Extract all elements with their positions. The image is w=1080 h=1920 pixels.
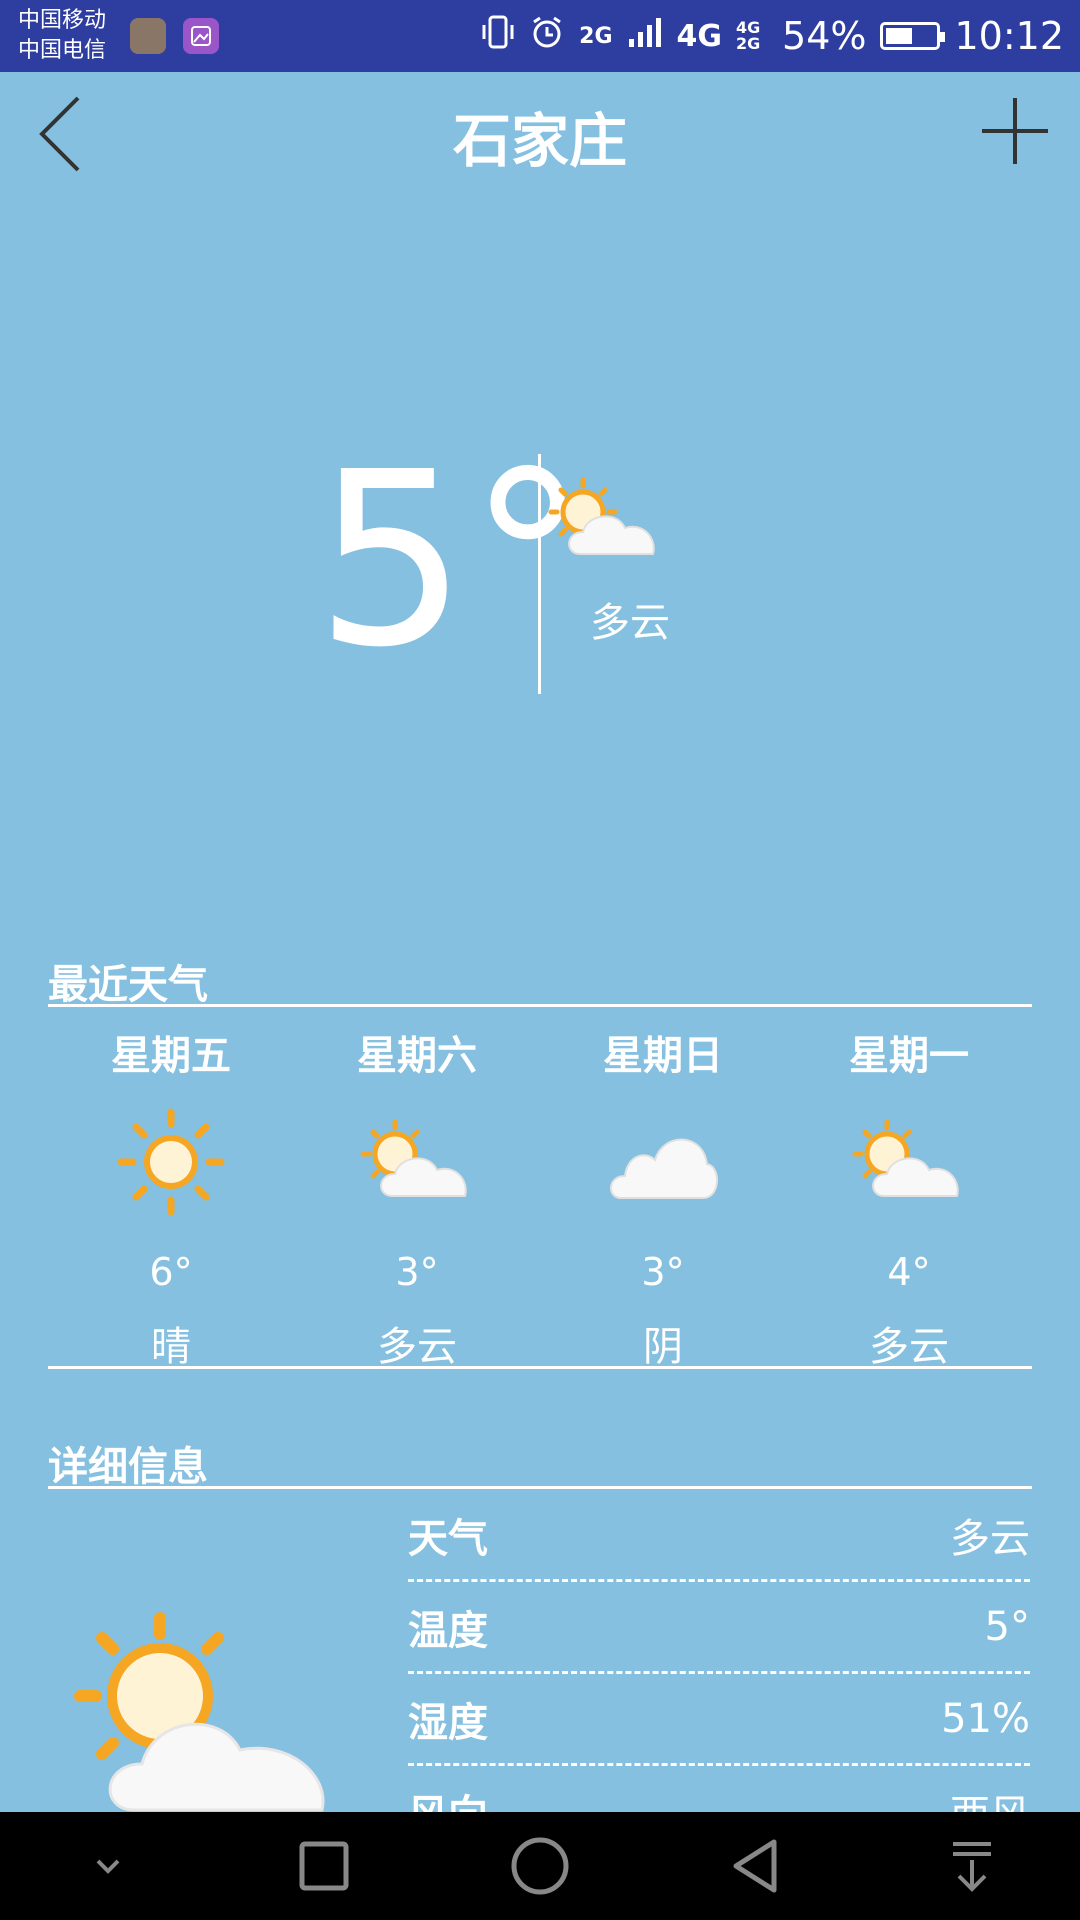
details-title: 详细信息 [48,1444,208,1490]
carrier-1: 中国移动 [18,8,107,33]
forecast-day: 星期五 6° 晴 [48,1020,294,1382]
vibrate-icon [481,13,515,60]
forecast-day-name: 星期六 [357,1033,477,1079]
forecast-condition: 多云 [869,1324,949,1370]
hide-nav-button[interactable] [63,1821,153,1911]
chevron-down-icon [96,1859,120,1874]
navigation-bar [0,1812,1080,1920]
network-type-2: 4G [676,18,723,54]
forecast-condition: 阴 [643,1324,683,1370]
forecast-condition: 多云 [377,1324,457,1370]
circle-icon [511,1837,569,1895]
recents-button[interactable] [279,1821,369,1911]
detail-value: 5° [984,1603,1030,1650]
detail-value: 多云 [950,1515,1030,1562]
plus-icon [982,98,1048,164]
city-title: 石家庄 [452,107,627,175]
home-button[interactable] [495,1821,585,1911]
network-type-3: 4G 2G [736,18,761,53]
battery-icon [880,22,946,50]
alarm-icon [529,14,565,59]
forecast-day-name: 星期日 [603,1033,723,1079]
recent-divider-top [48,1004,1032,1007]
add-city-button[interactable] [978,94,1052,168]
battery-percent: 54% [782,14,867,58]
forecast-temp: 4° [887,1250,931,1294]
partly-cloudy-icon [294,1092,540,1232]
details-divider [48,1486,1032,1489]
recent-divider-bottom [48,1366,1032,1369]
carrier-2: 中国电信 [18,38,107,63]
forecast-day: 星期日 3° 阴 [540,1020,786,1382]
signal-icon [627,14,663,58]
status-bar: 中国移动 中国电信 2G 4G 4G 2G 54% 10:12 [0,0,1080,72]
forecast-temp: 6° [149,1250,193,1294]
forecast-temp: 3° [395,1250,439,1294]
detail-value: 51% [941,1695,1030,1742]
current-condition: 多云 [590,600,670,646]
clock: 10:12 [954,14,1064,58]
battery-level [886,28,913,44]
detail-row: 湿度 51% [408,1674,1030,1766]
back-nav-button[interactable] [711,1821,801,1911]
recent-weather-title: 最近天气 [48,962,208,1008]
network-type-1: 2G [579,23,613,49]
detail-label: 天气 [408,1515,488,1562]
detail-row: 天气 多云 [408,1490,1030,1582]
square-icon [299,1841,349,1891]
triangle-back-icon [733,1839,777,1893]
forecast-day-name: 星期五 [111,1033,231,1079]
forecast-condition: 晴 [151,1324,191,1370]
sun-icon [48,1092,294,1232]
partly-cloudy-icon [50,1600,350,1820]
partly-cloudy-icon [786,1092,1032,1232]
gallery-notification-icon [183,18,219,54]
detail-label: 湿度 [408,1699,488,1746]
partly-cloudy-icon [545,470,665,570]
carrier-info: 中国移动 中国电信 [18,6,106,66]
detail-row: 温度 5° [408,1582,1030,1674]
cloud-icon [540,1092,786,1232]
current-divider [538,454,541,694]
app-notification-icon [130,18,166,54]
detail-label: 温度 [408,1607,488,1654]
notification-pulldown-button[interactable] [927,1821,1017,1911]
pull-down-icon [953,1842,991,1892]
forecast-temp: 3° [641,1250,685,1294]
details-table: 天气 多云 温度 5° 湿度 51% 风向 西风 [408,1490,1030,1858]
current-weather: 5° 多云 [0,430,1080,700]
forecast-day: 星期六 3° 多云 [294,1020,540,1382]
forecast-day: 星期一 4° 多云 [786,1020,1032,1382]
forecast-list: 星期五 6° 晴 星期六 3° 多云 星期日 3° 阴 星期一 4° 多云 [48,1020,1032,1382]
forecast-day-name: 星期一 [849,1033,969,1079]
status-right: 2G 4G 4G 2G 54% 10:12 [481,0,1064,72]
title-bar: 石家庄 [0,72,1080,192]
